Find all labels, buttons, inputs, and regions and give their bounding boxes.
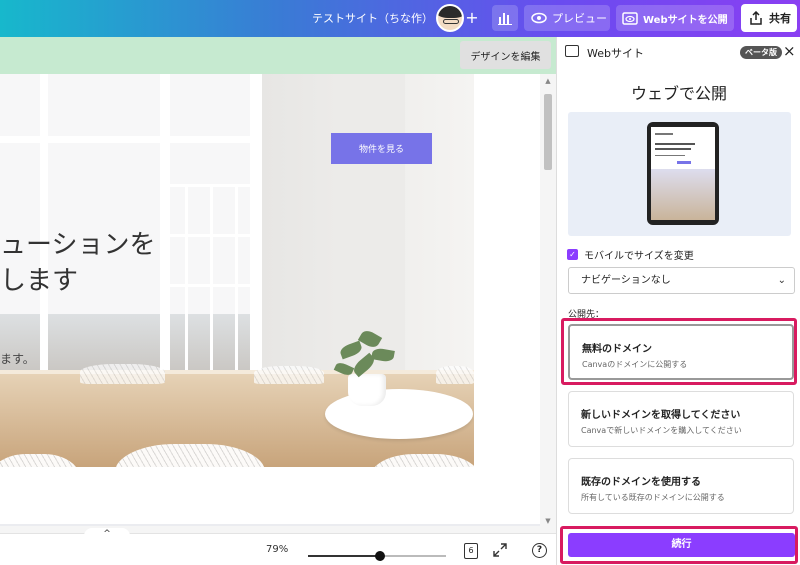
scroll-down-icon[interactable]: ▼ (544, 517, 552, 525)
preview-label: プレビュー (552, 12, 607, 25)
hero-headline[interactable]: ューションを します (0, 227, 155, 299)
share-icon (750, 11, 762, 25)
publish-label: Webサイトを公開 (643, 14, 728, 26)
option-existing-domain[interactable]: 既存のドメインを使用する 所有している既存のドメインに公開する (568, 458, 794, 514)
headline-line-2: します (0, 266, 79, 296)
option-title: 無料のドメイン (582, 344, 652, 355)
preview-button[interactable]: プレビュー (524, 5, 610, 31)
pages-count-button[interactable]: 6 (464, 543, 478, 559)
option-free-domain[interactable]: 無料のドメイン Canvaのドメインに公開する (568, 324, 794, 380)
panel-header: Webサイト ベータ版 × (557, 37, 800, 67)
checkbox-checked-icon: ✓ (567, 249, 578, 260)
navigation-select[interactable]: ナビゲーションなし ⌄ (568, 267, 795, 294)
site-preview (568, 112, 791, 236)
add-collaborator-button[interactable]: + (463, 9, 481, 27)
zoom-slider[interactable] (308, 551, 446, 561)
scroll-up-icon[interactable]: ▲ (544, 77, 552, 85)
continue-button[interactable]: 続行 (568, 533, 795, 557)
website-icon (565, 45, 579, 57)
design-page[interactable]: 物件を見る ューションを します ます。 (0, 74, 540, 524)
scrollbar-thumb[interactable] (544, 94, 552, 170)
insights-button[interactable] (492, 5, 518, 31)
share-label: 共有 (769, 12, 791, 25)
publish-website-button[interactable]: Webサイトを公開 (616, 5, 734, 31)
view-properties-button[interactable]: 物件を見る (331, 133, 432, 164)
option-title: 既存のドメインを使用する (581, 477, 701, 488)
close-icon[interactable]: × (783, 42, 796, 60)
navigation-select-value: ナビゲーションなし (581, 275, 671, 286)
canvas-area: デザインを編集 物件を見る ューションを します ます。 ▲ ▼ (0, 37, 556, 565)
option-title: 新しいドメインを取得してください (581, 410, 741, 421)
bar-chart-icon (498, 13, 512, 25)
help-button[interactable]: ? (532, 543, 547, 558)
mobile-resize-label: モバイルでサイズを変更 (584, 251, 694, 262)
option-desc: 所有している既存のドメインに公開する (581, 493, 725, 502)
publish-panel: Webサイト ベータ版 × ウェブで公開 ✓ モバイルでサイズを変更 ナビゲーシ… (556, 37, 800, 565)
option-new-domain[interactable]: 新しいドメインを取得してください Canvaで新しいドメインを購入してください (568, 391, 794, 447)
zoom-level: 79% (266, 544, 289, 555)
chevron-down-icon: ⌄ (777, 275, 786, 286)
share-button[interactable]: 共有 (741, 4, 797, 32)
panel-header-title: Webサイト (587, 47, 644, 60)
eye-icon (531, 12, 547, 24)
tablet-preview-image (647, 122, 719, 225)
bottom-bar: ^ 79% 6 ? (0, 528, 556, 565)
zoom-slider-handle[interactable] (375, 551, 385, 561)
option-desc: Canvaで新しいドメインを購入してください (581, 426, 742, 435)
panel-heading: ウェブで公開 (630, 84, 727, 103)
top-bar: テストサイト（ちな作） + プレビュー Webサイトを公開 共有 (0, 0, 800, 37)
site-title[interactable]: テストサイト（ちな作） (312, 10, 433, 26)
beta-badge: ベータ版 (740, 46, 782, 59)
website-icon (622, 11, 638, 25)
hero-subtext[interactable]: ます。 (0, 350, 35, 367)
fullscreen-icon[interactable] (493, 543, 507, 557)
edit-design-button[interactable]: デザインを編集 (460, 41, 551, 69)
mobile-resize-checkbox[interactable]: ✓ モバイルでサイズを変更 (567, 247, 694, 262)
collapse-pages-button[interactable]: ^ (84, 528, 130, 540)
design-toolbar: デザインを編集 (0, 37, 556, 74)
headline-line-1: ューションを (0, 230, 156, 260)
option-desc: Canvaのドメインに公開する (582, 360, 688, 369)
user-avatar[interactable] (436, 4, 464, 32)
